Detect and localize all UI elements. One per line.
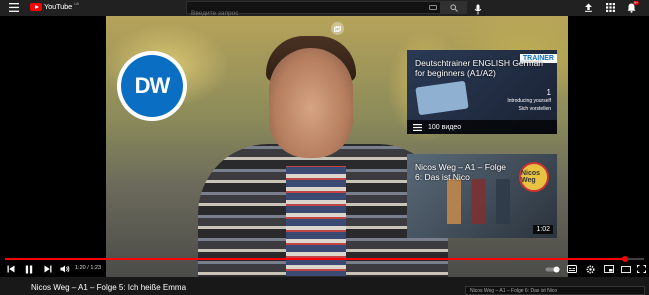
notification-badge: 9+ xyxy=(633,1,639,5)
previous-button[interactable] xyxy=(6,264,15,274)
channel-logo: DW xyxy=(117,51,187,121)
player-controls: 1:20 / 1:23 xyxy=(0,256,649,277)
endcard-thumbnail-art xyxy=(447,179,517,224)
mic-button[interactable] xyxy=(474,2,482,15)
endcard-lesson-number: 1 xyxy=(546,88,551,97)
endcard-playlist[interactable]: TRAINER Deutschtrainer ENGLISH German fo… xyxy=(407,50,557,134)
endcard-thumbnail-art xyxy=(415,80,469,116)
endcard-footer: 100 видео xyxy=(407,120,557,134)
fullscreen-icon xyxy=(636,265,646,273)
video-person-face xyxy=(269,48,353,158)
endcard-title: Deutschtrainer ENGLISH German for beginn… xyxy=(415,58,544,78)
theater-button[interactable] xyxy=(620,264,631,274)
apps-button[interactable] xyxy=(605,2,615,13)
pause-icon xyxy=(25,265,33,273)
settings-button[interactable] xyxy=(585,264,596,274)
skip-back-icon xyxy=(7,265,14,273)
endcard-badge: Nicos Weg xyxy=(519,162,549,192)
pause-button[interactable] xyxy=(24,264,34,274)
apps-icon xyxy=(605,3,615,12)
youtube-logo-icon xyxy=(30,2,42,11)
endcard-video[interactable]: Nicos Weg Nicos Weg – A1 – Folge 6: Das … xyxy=(407,154,557,238)
endcard-title: Nicos Weg – A1 – Folge 6: Das ist Nico xyxy=(415,162,507,182)
endcard-video-count: 100 видео xyxy=(428,123,462,131)
time-display: 1:20 / 1:23 xyxy=(75,265,101,271)
volume-button[interactable] xyxy=(60,264,70,274)
theater-icon xyxy=(620,265,631,273)
miniplayer-button[interactable] xyxy=(603,264,614,274)
captions-button[interactable] xyxy=(566,264,577,274)
captions-icon xyxy=(566,265,577,273)
time-current: 1:20 xyxy=(75,265,86,271)
miniplayer-icon xyxy=(603,265,614,273)
logo-text: YouTube xyxy=(44,2,73,11)
channel-logo-text: DW xyxy=(121,55,183,117)
mic-icon xyxy=(474,4,482,15)
progress-bar[interactable] xyxy=(5,256,644,262)
video-player[interactable]: DW TRAINER Deutschtrainer ENGLISH German… xyxy=(0,16,649,277)
endcard-lesson-title: Introducing yourself xyxy=(507,98,551,104)
time-total: 1:23 xyxy=(90,265,102,271)
skip-forward-icon xyxy=(44,265,51,273)
below-player: Nicos Weg – A1 – Folge 5: Ich heiße Emma… xyxy=(0,277,649,295)
notifications-button[interactable]: 9+ xyxy=(626,1,639,13)
upload-button[interactable] xyxy=(583,2,593,13)
playlist-icon xyxy=(413,123,422,131)
video-frame[interactable]: DW TRAINER Deutschtrainer ENGLISH German… xyxy=(106,16,568,277)
keyboard-icon[interactable] xyxy=(429,5,437,10)
endcard-lesson-subtitle: Sich vorstellen xyxy=(518,106,551,112)
logo-country: UA xyxy=(74,1,79,6)
progress-scrubber[interactable] xyxy=(621,256,628,262)
autoplay-toggle-icon xyxy=(545,266,559,272)
volume-icon xyxy=(60,265,70,273)
top-bar: YouTube UA 9+ xyxy=(0,0,649,19)
fullscreen-button[interactable] xyxy=(636,264,646,274)
youtube-logo[interactable]: YouTube UA xyxy=(30,2,79,11)
cards-icon[interactable] xyxy=(331,22,344,35)
video-title: Nicos Weg – A1 – Folge 5: Ich heiße Emma xyxy=(31,283,187,292)
up-next-item[interactable]: Nicos Weg – A1 – Folge 6: Das ist Nico xyxy=(465,286,645,295)
upload-icon xyxy=(584,3,592,12)
autoplay-toggle[interactable] xyxy=(544,264,560,274)
menu-icon[interactable] xyxy=(9,3,19,12)
search-icon xyxy=(450,3,458,12)
progress-fill xyxy=(5,258,625,260)
next-button[interactable] xyxy=(43,264,52,274)
endcard-duration: 1:02 xyxy=(533,225,553,234)
search-box xyxy=(186,1,441,19)
search-button[interactable] xyxy=(441,1,467,14)
settings-icon xyxy=(586,264,595,274)
